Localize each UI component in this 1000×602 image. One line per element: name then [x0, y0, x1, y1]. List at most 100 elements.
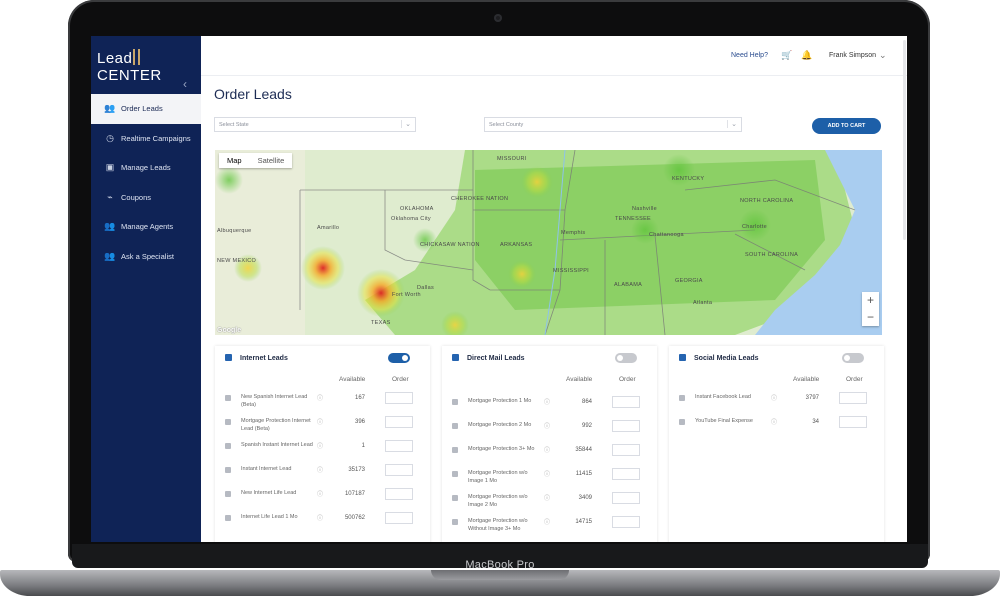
info-icon[interactable]: ⓘ [317, 417, 323, 426]
row-checkbox[interactable] [225, 491, 231, 497]
order-quantity-input[interactable] [612, 516, 640, 528]
cart-icon[interactable]: 🛒 [781, 50, 792, 61]
panel-checkbox[interactable] [679, 354, 686, 361]
map-label: Albuquerque [217, 228, 252, 234]
row-checkbox[interactable] [225, 443, 231, 449]
lead-row: Mortgage Protection w/o Image 1 Mo ⓘ 114… [442, 468, 657, 492]
info-icon[interactable]: ⓘ [317, 513, 323, 522]
lead-row: Mortgage Protection Internet Lead (Beta)… [215, 416, 430, 440]
lead-name: Mortgage Protection Internet Lead (Beta) [241, 418, 311, 432]
logo-bar-icon [133, 49, 141, 65]
panel-toggle[interactable] [388, 353, 410, 363]
order-quantity-input[interactable] [385, 416, 413, 428]
row-checkbox[interactable] [225, 515, 231, 521]
panel-header: Social Media Leads [679, 354, 759, 362]
sidebar-item-manage-agents[interactable]: 👥 Manage Agents [91, 212, 201, 242]
order-quantity-input[interactable] [612, 444, 640, 456]
info-icon[interactable]: ⓘ [317, 465, 323, 474]
order-quantity-input[interactable] [385, 440, 413, 452]
tab-satellite[interactable]: Satellite [250, 153, 293, 168]
bell-icon[interactable]: 🔔 [801, 50, 812, 61]
zoom-in-button[interactable]: + [862, 292, 879, 309]
page-scrollbar[interactable] [903, 40, 906, 240]
map-label: Amarillo [317, 225, 340, 231]
info-icon[interactable]: ⓘ [771, 417, 777, 426]
panel-toggle[interactable] [842, 353, 864, 363]
sidebar-item-coupons[interactable]: ⌁ Coupons [91, 183, 201, 213]
need-help-link[interactable]: Need Help? [731, 52, 768, 59]
sidebar-item-realtime-campaigns[interactable]: ◷ Realtime Campaigns [91, 124, 201, 154]
order-quantity-input[interactable] [385, 392, 413, 404]
info-icon[interactable]: ⓘ [317, 441, 323, 450]
order-quantity-input[interactable] [385, 488, 413, 500]
order-quantity-input[interactable] [385, 512, 413, 524]
row-checkbox[interactable] [452, 447, 458, 453]
state-select[interactable]: Select State ⌄ [214, 117, 416, 132]
info-icon[interactable]: ⓘ [544, 445, 550, 454]
order-quantity-input[interactable] [839, 392, 867, 404]
users-icon: 👥 [104, 221, 116, 232]
order-quantity-input[interactable] [612, 396, 640, 408]
order-quantity-input[interactable] [612, 420, 640, 432]
row-checkbox[interactable] [225, 467, 231, 473]
map-label: ALABAMA [614, 282, 643, 288]
info-icon[interactable]: ⓘ [544, 421, 550, 430]
sidebar-item-manage-leads[interactable]: ▣ Manage Leads [91, 153, 201, 183]
county-select[interactable]: Select County ⌄ [484, 117, 742, 132]
collapse-sidebar-chevron-icon[interactable]: ‹ [183, 77, 187, 91]
column-header-order: Order [619, 376, 636, 383]
map-label: Memphis [561, 230, 586, 236]
row-checkbox[interactable] [452, 399, 458, 405]
screen: LeadCENTER ‹ 👥 Order Leads ◷ Realtime Ca… [91, 36, 907, 542]
tab-map[interactable]: Map [219, 153, 250, 168]
row-checkbox[interactable] [452, 519, 458, 525]
clock-icon: ◷ [106, 132, 114, 143]
row-checkbox[interactable] [679, 419, 685, 425]
row-checkbox[interactable] [225, 395, 231, 401]
map-label: GEORGIA [675, 278, 703, 284]
sidebar-item-label: Manage Leads [121, 163, 171, 173]
info-icon[interactable]: ⓘ [771, 393, 777, 402]
order-quantity-input[interactable] [612, 468, 640, 480]
add-to-cart-button[interactable]: ADD TO CART [812, 118, 881, 134]
row-checkbox[interactable] [225, 419, 231, 425]
sidebar-item-label: Order Leads [121, 104, 163, 114]
info-icon[interactable]: ⓘ [544, 469, 550, 478]
column-header-order: Order [846, 376, 863, 383]
map-label: OKLAHOMA [400, 206, 434, 212]
info-icon[interactable]: ⓘ [544, 493, 550, 502]
info-icon[interactable]: ⓘ [317, 489, 323, 498]
panel-checkbox[interactable] [452, 354, 459, 361]
lead-row: New Internet Life Lead ⓘ 107187 [215, 488, 430, 512]
map-label: Charlotte [742, 224, 768, 230]
sidebar-item-order-leads[interactable]: 👥 Order Leads [91, 94, 201, 124]
state-select-placeholder: Select State [219, 122, 249, 128]
group-icon: 👥 [104, 103, 116, 114]
map-label: Nashville [632, 206, 658, 212]
panel-toggle[interactable] [615, 353, 637, 363]
sidebar-item-ask-a-specialist[interactable]: 👥 Ask a Specialist [91, 242, 201, 272]
user-name[interactable]: Frank Simpson [829, 52, 876, 59]
row-checkbox[interactable] [679, 395, 685, 401]
lead-available: 107187 [344, 491, 365, 497]
info-icon[interactable]: ⓘ [544, 397, 550, 406]
zoom-out-button[interactable]: − [862, 309, 879, 326]
chevron-down-icon[interactable]: ⌄ [879, 50, 887, 61]
lead-available: 11415 [575, 471, 592, 477]
lead-name: YouTube Final Expense [695, 418, 753, 424]
id-card-icon: ▣ [105, 162, 115, 173]
lead-row: Spanish Instant Internet Lead ⓘ 1 [215, 440, 430, 464]
order-quantity-input[interactable] [839, 416, 867, 428]
panel-checkbox[interactable] [225, 354, 232, 361]
lead-name: New Internet Life Lead [241, 490, 297, 496]
order-quantity-input[interactable] [385, 464, 413, 476]
lead-heat-map[interactable]: MISSOURI KENTUCKY OKLAHOMA Oklahoma City… [215, 150, 882, 335]
panel-header: Direct Mail Leads [452, 354, 525, 362]
row-checkbox[interactable] [452, 471, 458, 477]
sidebar-item-label: Coupons [121, 192, 152, 202]
order-quantity-input[interactable] [612, 492, 640, 504]
row-checkbox[interactable] [452, 423, 458, 429]
row-checkbox[interactable] [452, 495, 458, 501]
info-icon[interactable]: ⓘ [544, 517, 550, 526]
info-icon[interactable]: ⓘ [317, 393, 323, 402]
